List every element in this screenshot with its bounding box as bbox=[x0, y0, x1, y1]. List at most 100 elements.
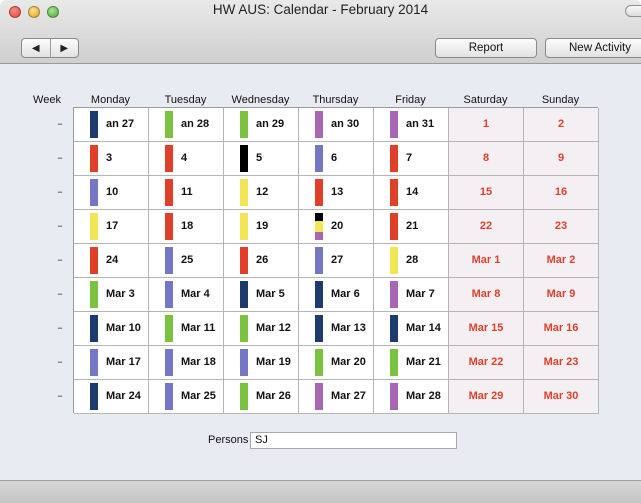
weekend-day-cell[interactable]: Mar 30 bbox=[524, 380, 599, 414]
day-cell[interactable]: Mar 17 bbox=[74, 346, 149, 380]
weekend-day-cell[interactable]: Mar 29 bbox=[449, 380, 524, 414]
day-label: Mar 27 bbox=[331, 390, 366, 402]
weekend-day-cell[interactable]: Mar 2 bbox=[524, 244, 599, 278]
day-label: Mar 19 bbox=[256, 356, 291, 368]
weekend-day-cell[interactable]: Mar 8 bbox=[449, 278, 524, 312]
day-cell[interactable]: an 29 bbox=[224, 108, 299, 142]
weekend-day-cell[interactable]: Mar 1 bbox=[449, 244, 524, 278]
day-cell[interactable]: Mar 11 bbox=[149, 312, 224, 346]
day-cell[interactable]: Mar 28 bbox=[374, 380, 449, 414]
weekend-day-cell[interactable]: 15 bbox=[449, 176, 524, 210]
week-number[interactable]: – bbox=[48, 185, 72, 198]
week-number[interactable]: – bbox=[48, 219, 72, 232]
day-cell[interactable]: 25 bbox=[149, 244, 224, 278]
day-label: 27 bbox=[331, 254, 344, 266]
weekend-day-cell[interactable]: 9 bbox=[524, 142, 599, 176]
weekend-day-cell[interactable]: Mar 22 bbox=[449, 346, 524, 380]
day-label: Mar 2 bbox=[546, 254, 576, 266]
day-cell[interactable]: 26 bbox=[224, 244, 299, 278]
week-number[interactable]: – bbox=[48, 287, 72, 300]
day-label: 21 bbox=[406, 220, 419, 232]
persons-field[interactable]: SJ bbox=[250, 432, 457, 449]
day-cell[interactable]: 3 bbox=[74, 142, 149, 176]
day-header: Tuesday bbox=[164, 94, 207, 106]
day-cell[interactable]: an 27 bbox=[74, 108, 149, 142]
weekend-day-cell[interactable]: Mar 16 bbox=[524, 312, 599, 346]
toolbar-toggle-button[interactable] bbox=[625, 5, 641, 17]
weekend-day-cell[interactable]: 22 bbox=[449, 210, 524, 244]
week-number[interactable]: – bbox=[48, 117, 72, 130]
day-cell[interactable]: Mar 3 bbox=[74, 278, 149, 312]
day-label: Mar 9 bbox=[546, 288, 576, 300]
weekend-day-cell[interactable]: Mar 23 bbox=[524, 346, 599, 380]
weekend-day-cell[interactable]: 23 bbox=[524, 210, 599, 244]
weekend-day-cell[interactable]: 1 bbox=[449, 108, 524, 142]
day-label: 23 bbox=[554, 220, 568, 232]
week-number[interactable]: – bbox=[48, 253, 72, 266]
day-cell[interactable]: an 30 bbox=[299, 108, 374, 142]
day-label: an 30 bbox=[331, 118, 360, 130]
day-cell[interactable]: Mar 27 bbox=[299, 380, 374, 414]
day-cell[interactable]: Mar 5 bbox=[224, 278, 299, 312]
day-cell[interactable]: Mar 10 bbox=[74, 312, 149, 346]
next-month-button[interactable]: ▶ bbox=[49, 39, 79, 57]
day-label: Mar 14 bbox=[406, 322, 441, 334]
day-cell[interactable]: 28 bbox=[374, 244, 449, 278]
day-cell[interactable]: 4 bbox=[149, 142, 224, 176]
day-cell[interactable]: 6 bbox=[299, 142, 374, 176]
day-cell[interactable]: 11 bbox=[149, 176, 224, 210]
day-cell[interactable]: Mar 21 bbox=[374, 346, 449, 380]
day-cell[interactable]: 17 bbox=[74, 210, 149, 244]
day-cell[interactable]: Mar 12 bbox=[224, 312, 299, 346]
day-cell[interactable]: 12 bbox=[224, 176, 299, 210]
week-number[interactable]: – bbox=[48, 355, 72, 368]
day-label: 5 bbox=[256, 152, 263, 164]
weekend-day-cell[interactable]: 2 bbox=[524, 108, 599, 142]
day-cell[interactable]: 18 bbox=[149, 210, 224, 244]
day-cell[interactable]: Mar 25 bbox=[149, 380, 224, 414]
day-cell[interactable]: 21 bbox=[374, 210, 449, 244]
day-label: 17 bbox=[106, 220, 119, 232]
week-number[interactable]: – bbox=[48, 389, 72, 402]
new-activity-button[interactable]: New Activity bbox=[545, 38, 641, 58]
day-cell[interactable]: 13 bbox=[299, 176, 374, 210]
previous-month-button[interactable]: ◀ bbox=[22, 39, 50, 57]
day-cell[interactable]: Mar 24 bbox=[74, 380, 149, 414]
week-number[interactable]: – bbox=[48, 151, 72, 164]
weekend-day-cell[interactable]: 8 bbox=[449, 142, 524, 176]
day-cell[interactable]: an 31 bbox=[374, 108, 449, 142]
day-cell[interactable]: 20 bbox=[299, 210, 374, 244]
day-header: Wednesday bbox=[231, 94, 290, 106]
day-label: 24 bbox=[106, 254, 119, 266]
day-label: 8 bbox=[482, 152, 490, 164]
weekend-day-cell[interactable]: Mar 15 bbox=[449, 312, 524, 346]
persons-label: Persons bbox=[208, 434, 249, 446]
report-button[interactable]: Report bbox=[435, 38, 537, 58]
day-cell[interactable]: 7 bbox=[374, 142, 449, 176]
day-cell[interactable]: Mar 7 bbox=[374, 278, 449, 312]
day-cell[interactable]: Mar 20 bbox=[299, 346, 374, 380]
day-label: Mar 6 bbox=[331, 288, 360, 300]
day-label: 19 bbox=[256, 220, 269, 232]
day-cell[interactable]: Mar 18 bbox=[149, 346, 224, 380]
day-cell[interactable]: Mar 14 bbox=[374, 312, 449, 346]
day-cell[interactable]: 14 bbox=[374, 176, 449, 210]
day-cell[interactable]: Mar 4 bbox=[149, 278, 224, 312]
week-number[interactable]: – bbox=[48, 321, 72, 334]
day-cell[interactable]: Mar 6 bbox=[299, 278, 374, 312]
day-cell[interactable]: an 28 bbox=[149, 108, 224, 142]
day-cell[interactable]: 19 bbox=[224, 210, 299, 244]
day-cell[interactable]: 27 bbox=[299, 244, 374, 278]
day-cell[interactable]: Mar 26 bbox=[224, 380, 299, 414]
weekend-day-cell[interactable]: Mar 9 bbox=[524, 278, 599, 312]
day-cell[interactable]: 10 bbox=[74, 176, 149, 210]
day-label: an 29 bbox=[256, 118, 285, 130]
day-cell[interactable]: Mar 19 bbox=[224, 346, 299, 380]
day-cell[interactable]: Mar 13 bbox=[299, 312, 374, 346]
day-cell[interactable]: 24 bbox=[74, 244, 149, 278]
day-label: Mar 1 bbox=[471, 254, 501, 266]
weekend-day-cell[interactable]: 16 bbox=[524, 176, 599, 210]
day-label: 22 bbox=[479, 220, 493, 232]
day-label: 15 bbox=[479, 186, 493, 198]
day-cell[interactable]: 5 bbox=[224, 142, 299, 176]
